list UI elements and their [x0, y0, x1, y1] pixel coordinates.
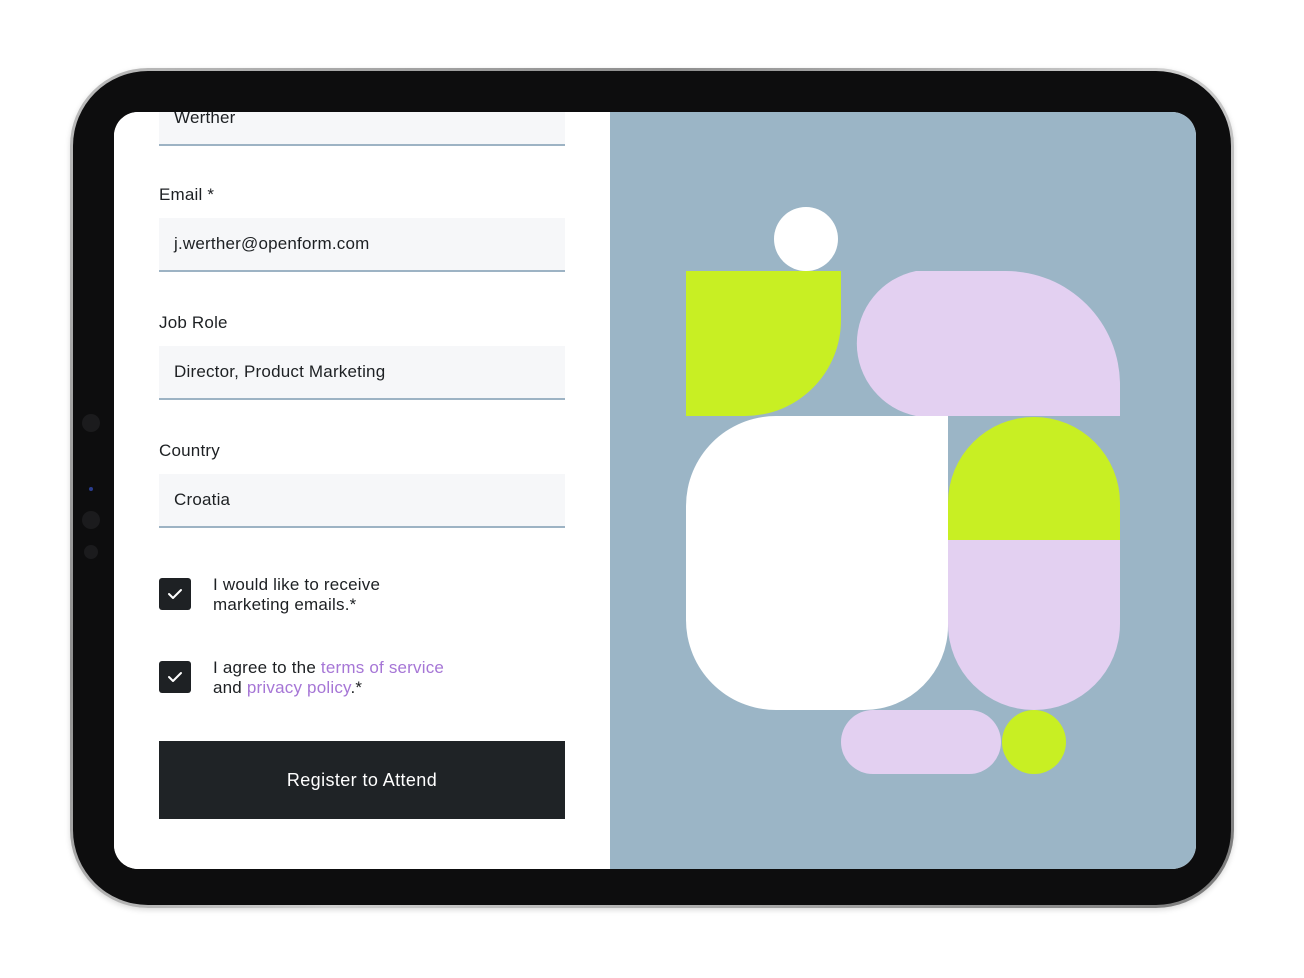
- decorative-art-panel: [610, 112, 1196, 869]
- job-role-label: Job Role: [159, 313, 228, 332]
- marketing-consent-line2: marketing emails.*: [213, 595, 357, 614]
- lime-quarter-shape: [686, 271, 841, 416]
- side-sensor-indicator: [89, 487, 93, 491]
- registration-form: Werther Email * j.werther@openform.com J…: [114, 112, 610, 869]
- terms-consent-text: I agree to the terms of service and priv…: [213, 658, 444, 698]
- tablet-screen: Werther Email * j.werther@openform.com J…: [114, 112, 1196, 869]
- check-icon: [168, 589, 182, 599]
- page: Werther Email * j.werther@openform.com J…: [0, 0, 1304, 978]
- tablet-bezel: Werther Email * j.werther@openform.com J…: [73, 71, 1231, 905]
- geometric-illustration: [686, 207, 1120, 774]
- lilac-capsule-shape: [948, 540, 1120, 710]
- marketing-consent-text: I would like to receive marketing emails…: [213, 575, 380, 615]
- email-field[interactable]: j.werther@openform.com: [159, 218, 565, 272]
- terms-suffix: .*: [350, 678, 363, 697]
- lilac-pill-bottom-shape: [841, 710, 1001, 774]
- job-role-value: Director, Product Marketing: [174, 362, 386, 381]
- country-label: Country: [159, 441, 220, 460]
- email-label: Email *: [159, 185, 215, 204]
- terms-consent-checkbox[interactable]: [159, 661, 191, 693]
- lime-dome-shape: [948, 417, 1120, 540]
- check-icon: [168, 672, 182, 682]
- white-rounded-block-shape: [686, 416, 948, 710]
- terms-of-service-link[interactable]: terms of service: [321, 658, 444, 677]
- marketing-consent-line1: I would like to receive: [213, 575, 381, 594]
- terms-prefix: I agree to the: [213, 658, 321, 677]
- side-camera-icon: [82, 511, 100, 529]
- terms-consent-line2: and privacy policy.*: [213, 678, 444, 698]
- register-button[interactable]: Register to Attend: [159, 741, 565, 819]
- lime-circle-shape: [1002, 710, 1066, 774]
- country-value: Croatia: [174, 490, 231, 509]
- white-circle-shape: [774, 207, 838, 271]
- country-field[interactable]: Croatia: [159, 474, 565, 528]
- marketing-consent-checkbox[interactable]: [159, 578, 191, 610]
- last-name-value: Werther: [174, 112, 236, 127]
- job-role-field[interactable]: Director, Product Marketing: [159, 346, 565, 400]
- side-sensor-bottom: [84, 545, 98, 559]
- terms-and-text: and: [213, 678, 247, 697]
- lilac-pill-top-shape: [856, 271, 1120, 416]
- tablet-frame: Werther Email * j.werther@openform.com J…: [70, 68, 1234, 908]
- email-value: j.werther@openform.com: [174, 234, 370, 253]
- terms-consent-line1: I agree to the terms of service: [213, 658, 444, 678]
- last-name-input[interactable]: Werther: [159, 112, 565, 146]
- privacy-policy-link[interactable]: privacy policy: [247, 678, 351, 697]
- side-sensor-top: [82, 414, 100, 432]
